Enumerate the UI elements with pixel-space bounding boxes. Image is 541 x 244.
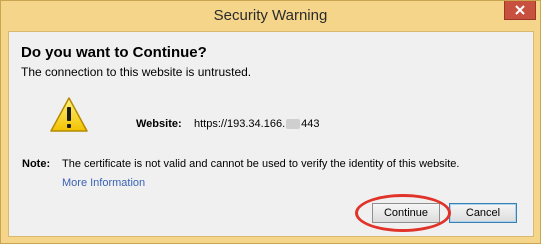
website-url: https://193.34.166. 443 <box>194 118 320 130</box>
title-bar[interactable]: Security Warning <box>1 1 540 31</box>
more-information-link[interactable]: More Information <box>62 177 145 189</box>
close-icon <box>515 5 525 15</box>
dialog-body: Do you want to Continue? The connection … <box>8 31 534 237</box>
cancel-button[interactable]: Cancel <box>449 203 517 223</box>
security-warning-window: Security Warning Do you want to Continue… <box>0 0 541 244</box>
note-text: The certificate is not valid and cannot … <box>62 158 460 170</box>
close-button[interactable] <box>504 1 536 20</box>
window-title: Security Warning <box>213 7 328 24</box>
dialog-subheading: The connection to this website is untrus… <box>21 65 252 79</box>
highlight-annotation <box>355 194 451 232</box>
website-url-start: https://193.34.166. <box>194 118 286 130</box>
website-label: Website: <box>136 118 182 130</box>
warning-icon <box>50 97 88 132</box>
website-url-end: 443 <box>301 118 320 130</box>
dialog-heading: Do you want to Continue? <box>21 44 207 61</box>
note-label: Note: <box>22 158 51 170</box>
redacted-segment <box>286 119 301 130</box>
